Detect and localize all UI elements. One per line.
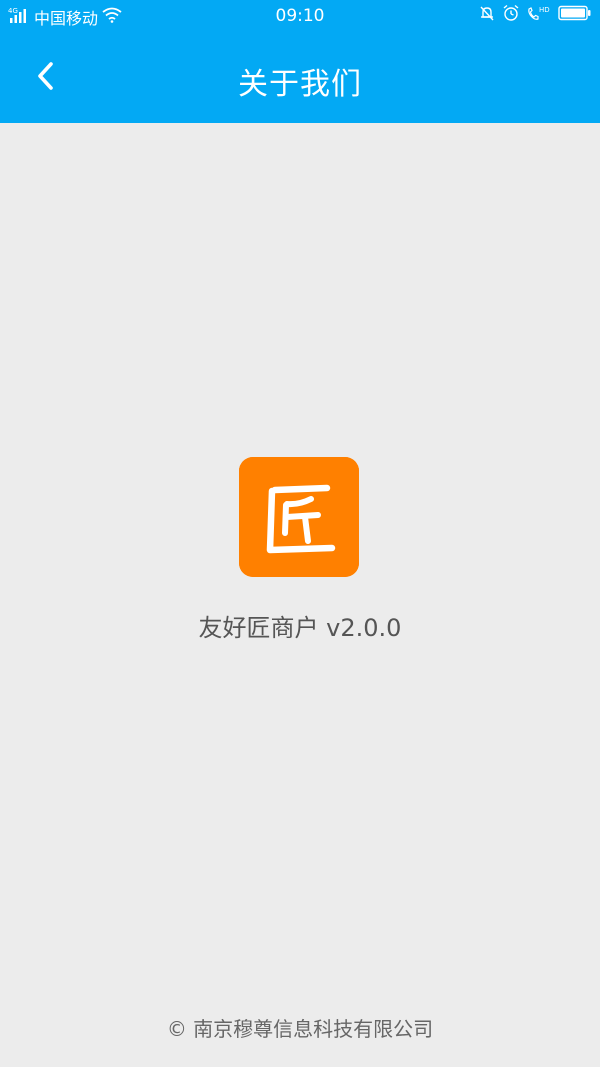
svg-text:HD: HD <box>539 6 550 14</box>
nav-bar: 关于我们 <box>0 32 600 123</box>
mute-icon <box>478 4 496 26</box>
app-name-version: 友好匠商户 v2.0.0 <box>198 614 402 642</box>
page-title: 关于我们 <box>238 67 362 102</box>
status-bar: 4G 中国移动 09:10 HD <box>0 0 600 32</box>
copyright-text: © 南京穆尊信息科技有限公司 <box>166 1017 434 1041</box>
hd-call-icon: HD <box>526 4 552 26</box>
battery-icon <box>558 5 592 25</box>
jiang-logo-icon <box>239 457 359 577</box>
alarm-icon <box>502 4 520 26</box>
app-logo <box>239 457 359 577</box>
app-header: 4G 中国移动 09:10 HD 关于我们 <box>0 0 600 123</box>
status-bar-right: HD <box>478 4 592 26</box>
